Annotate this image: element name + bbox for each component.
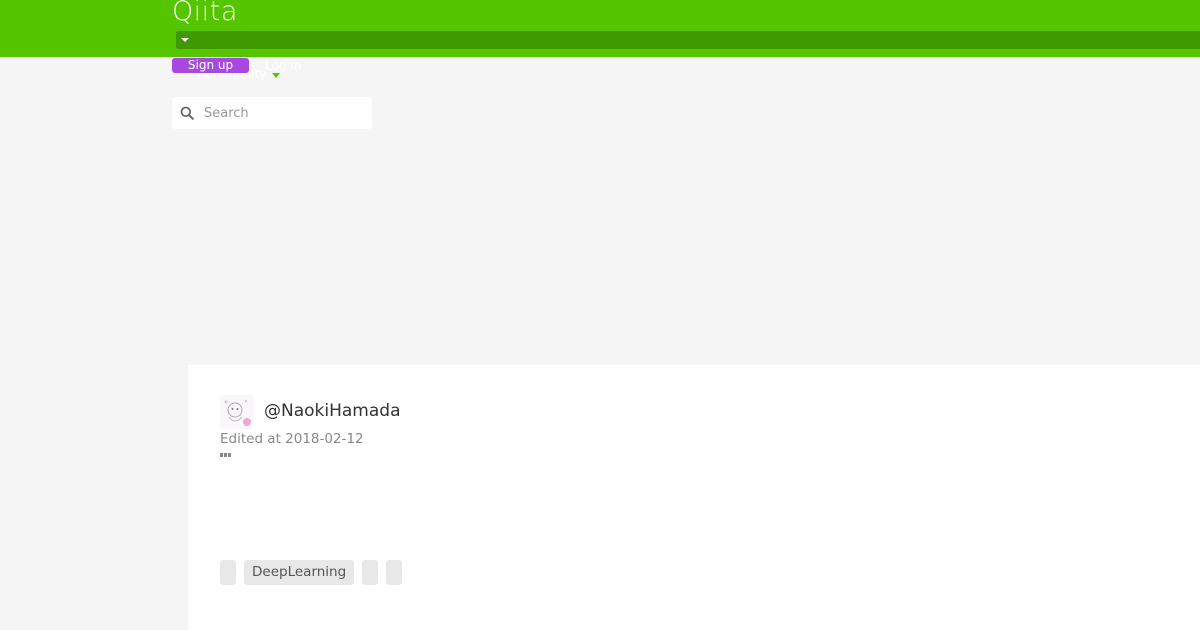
tag[interactable] [362,560,379,585]
tag[interactable] [386,560,403,585]
search-box[interactable] [172,97,372,129]
site-header: Qiita [0,0,1200,57]
more-options-icon[interactable] [220,453,236,461]
tag[interactable] [220,560,236,585]
avatar-image [220,395,254,429]
edited-date: Edited at 2018-02-12 [220,431,364,447]
signup-button[interactable]: Sign up [172,58,249,73]
search-input[interactable] [198,97,366,129]
article-card: @NaokiHamada Edited at 2018-02-12 DeepLe… [188,365,1200,630]
tag-deeplearning[interactable]: DeepLearning [244,560,355,585]
search-icon [180,106,194,120]
author-name[interactable]: @NaokiHamada [264,400,401,422]
chevron-down-icon[interactable] [272,73,280,78]
login-link[interactable]: Log in [265,59,301,73]
avatar[interactable] [220,395,254,429]
tag-list: DeepLearning [220,560,403,585]
qiita-logo[interactable]: Qiita [172,0,238,30]
header-dropdown-bar[interactable] [176,31,1200,49]
chevron-down-icon [181,38,189,42]
